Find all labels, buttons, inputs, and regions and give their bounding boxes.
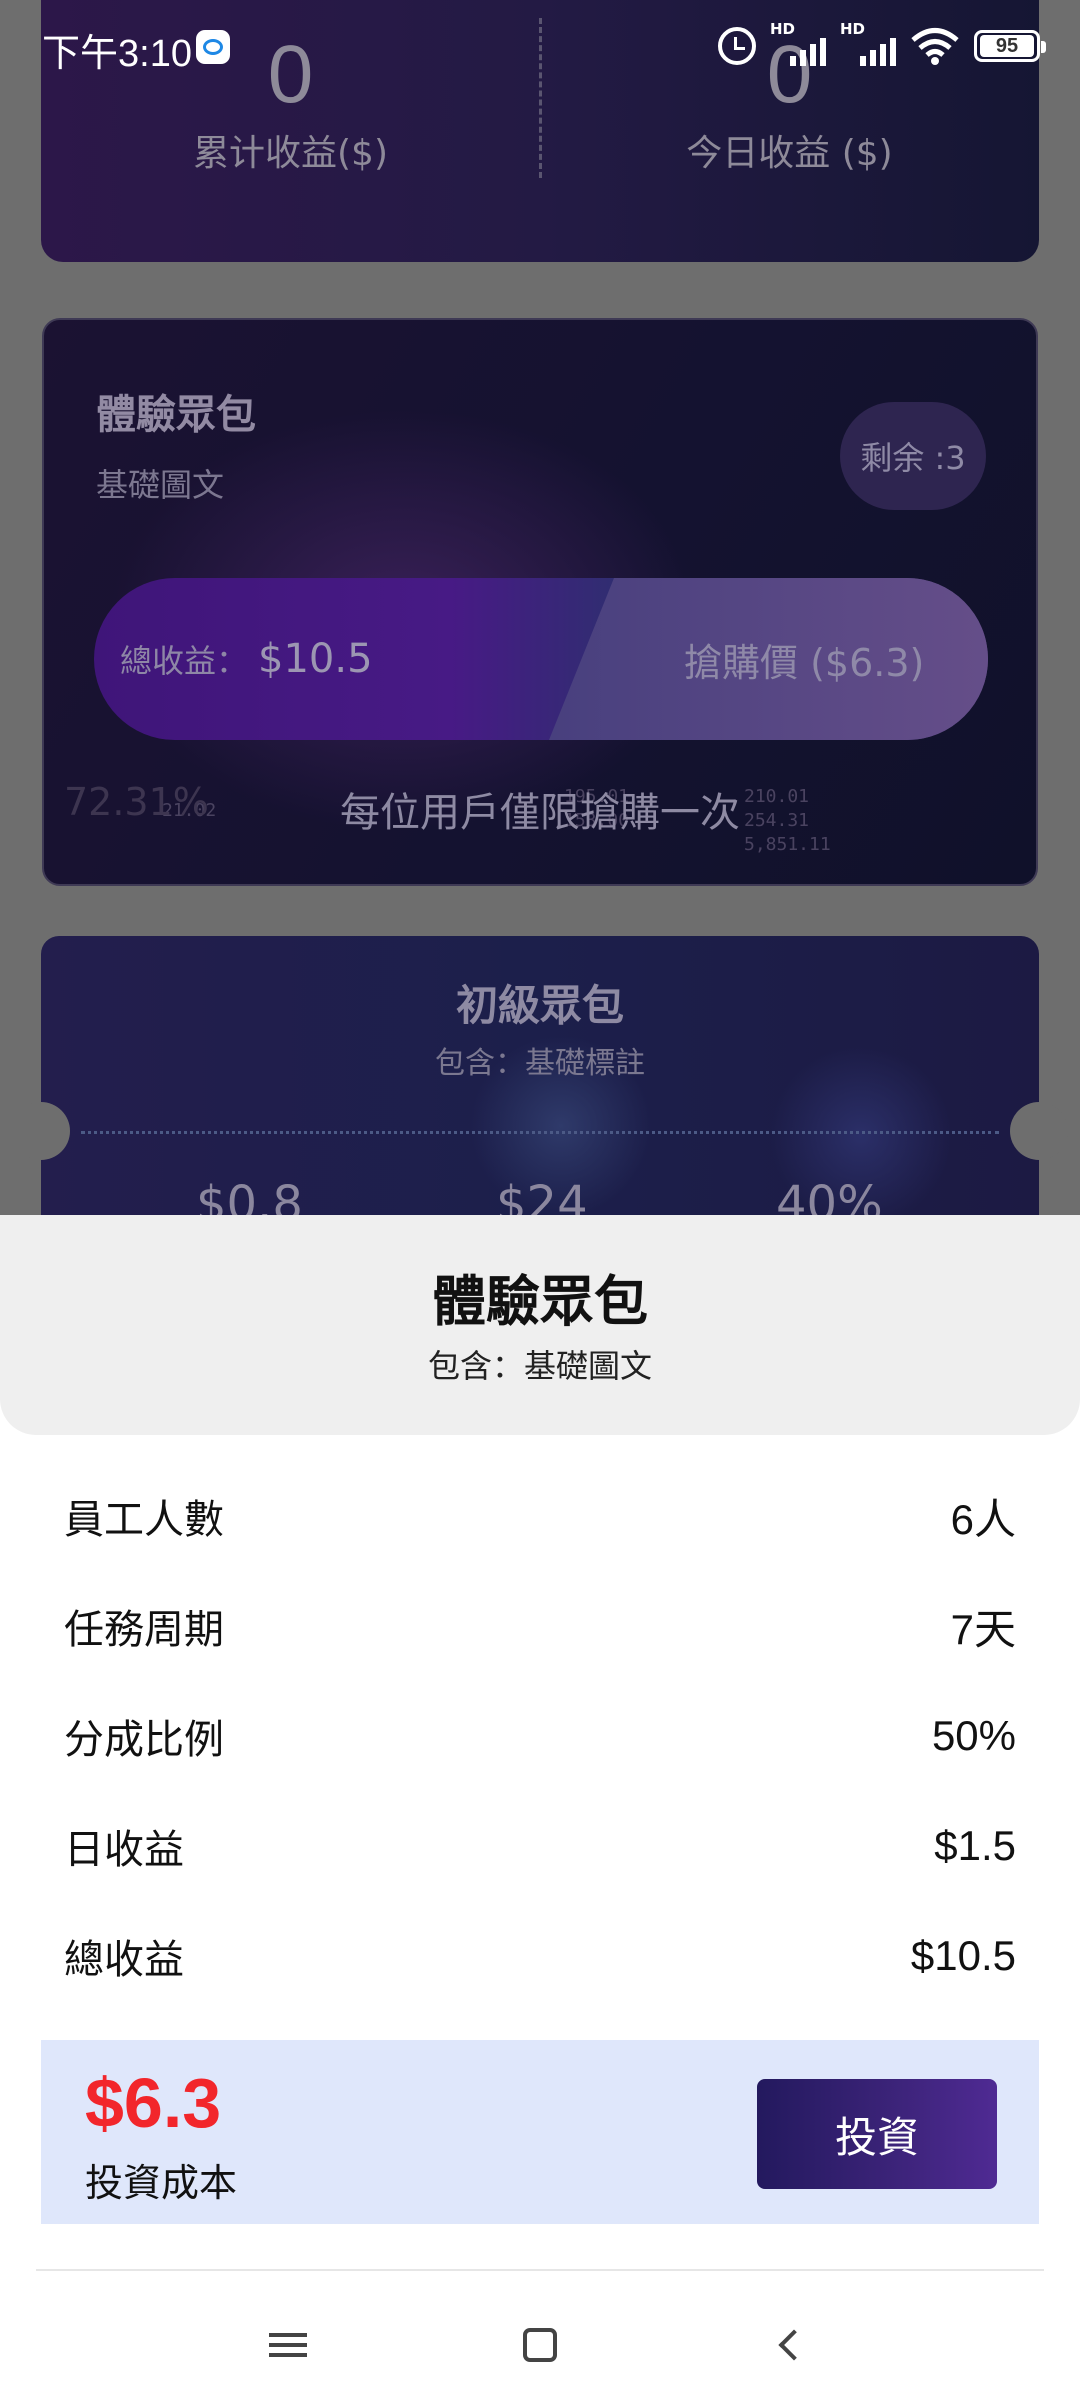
invest-button[interactable]: 投資 bbox=[757, 2079, 997, 2189]
detail-value: $1.5 bbox=[934, 1822, 1016, 1869]
total-income-value: $10.5 bbox=[258, 636, 373, 682]
detail-row-staff: 員工人數 6人 bbox=[64, 1461, 1016, 1571]
total-income-label: 總收益： bbox=[120, 642, 249, 680]
alarm-icon bbox=[718, 27, 756, 65]
investment-cost-value: $6.3 bbox=[85, 2064, 222, 2142]
basic-pack-value: 40% bbox=[776, 1176, 883, 1215]
card-notch bbox=[1010, 1102, 1068, 1160]
status-time: 下午3:10 bbox=[42, 33, 192, 75]
today-earnings-label: 今日收益 ($) bbox=[686, 133, 893, 174]
menu-icon[interactable] bbox=[248, 2315, 328, 2375]
status-bar: 下午3:10 HD HD 95 bbox=[0, 0, 1080, 96]
navigation-bar bbox=[0, 2305, 1080, 2400]
detail-label: 任務周期 bbox=[64, 1607, 224, 1653]
detail-row-share: 分成比例 50% bbox=[64, 1681, 1016, 1791]
nav-divider bbox=[36, 2269, 1044, 2271]
app-notification-icon bbox=[196, 30, 230, 64]
status-icons: HD HD 95 bbox=[718, 20, 1046, 66]
detail-value: 6人 bbox=[950, 1495, 1016, 1543]
home-icon[interactable] bbox=[500, 2315, 580, 2375]
basic-pack-value: $24 bbox=[496, 1176, 588, 1215]
experience-pack-title: 體驗眾包 bbox=[96, 392, 256, 438]
sheet-subtitle: 包含：基礎圖文 bbox=[427, 1347, 652, 1385]
detail-value: $10.5 bbox=[910, 1932, 1016, 1979]
detail-label: 日收益 bbox=[64, 1827, 184, 1873]
buy-price-button[interactable]: 搶購價 ($6.3) bbox=[684, 578, 924, 740]
detail-label: 分成比例 bbox=[64, 1717, 224, 1763]
detail-row-total-income: 總收益 $10.5 bbox=[64, 1901, 1016, 2011]
battery-icon: 95 bbox=[974, 30, 1046, 62]
invest-bar: $6.3 投資成本 投資 bbox=[41, 2040, 1039, 2224]
detail-value: 7天 bbox=[950, 1605, 1016, 1653]
basic-pack-card[interactable]: 初級眾包 包含：基礎標註 $0.8 $24 40% bbox=[12, 936, 1068, 1215]
detail-label: 總收益 bbox=[64, 1937, 184, 1983]
card-notch bbox=[12, 1102, 70, 1160]
wifi-icon bbox=[911, 28, 959, 65]
detail-row-cycle: 任務周期 7天 bbox=[64, 1571, 1016, 1681]
detail-value: 50% bbox=[931, 1712, 1016, 1759]
experience-pack-card[interactable]: 體驗眾包 基礎圖文 剩余 :3 21.02 195.01 153.00 210.… bbox=[42, 318, 1038, 886]
remaining-badge: 剩余 :3 bbox=[840, 402, 986, 510]
signal-icon: HD bbox=[770, 20, 826, 66]
investment-cost-label: 投資成本 bbox=[85, 2161, 238, 2205]
detail-label: 員工人數 bbox=[64, 1497, 224, 1543]
basic-pack-value: $0.8 bbox=[196, 1176, 303, 1215]
basic-pack-subtitle: 包含：基礎標註 bbox=[435, 1046, 645, 1081]
experience-pack-subtitle: 基礎圖文 bbox=[96, 466, 225, 504]
signal-icon: HD bbox=[840, 20, 896, 66]
purchase-limit-note: 每位用戶僅限搶購一次 bbox=[340, 790, 740, 836]
sheet-header: 體驗眾包 包含：基礎圖文 bbox=[0, 1215, 1080, 1435]
pack-detail-sheet: 體驗眾包 包含：基礎圖文 員工人數 6人 任務周期 7天 分成比例 50% 日收… bbox=[0, 1215, 1080, 2400]
back-icon[interactable] bbox=[750, 2315, 830, 2375]
price-bar[interactable]: 總收益： $10.5 搶購價 ($6.3) bbox=[94, 578, 988, 740]
detail-row-daily-income: 日收益 $1.5 bbox=[64, 1791, 1016, 1901]
basic-pack-title: 初級眾包 bbox=[455, 981, 624, 1030]
sheet-title: 體驗眾包 bbox=[432, 1270, 648, 1333]
total-earnings-label: 累计收益($) bbox=[193, 133, 388, 174]
dotted-divider bbox=[81, 1131, 999, 1134]
background-page: 0 累计收益($) 0 今日收益 ($) 體驗眾包 基礎圖文 剩余 :3 21.… bbox=[0, 0, 1080, 1215]
